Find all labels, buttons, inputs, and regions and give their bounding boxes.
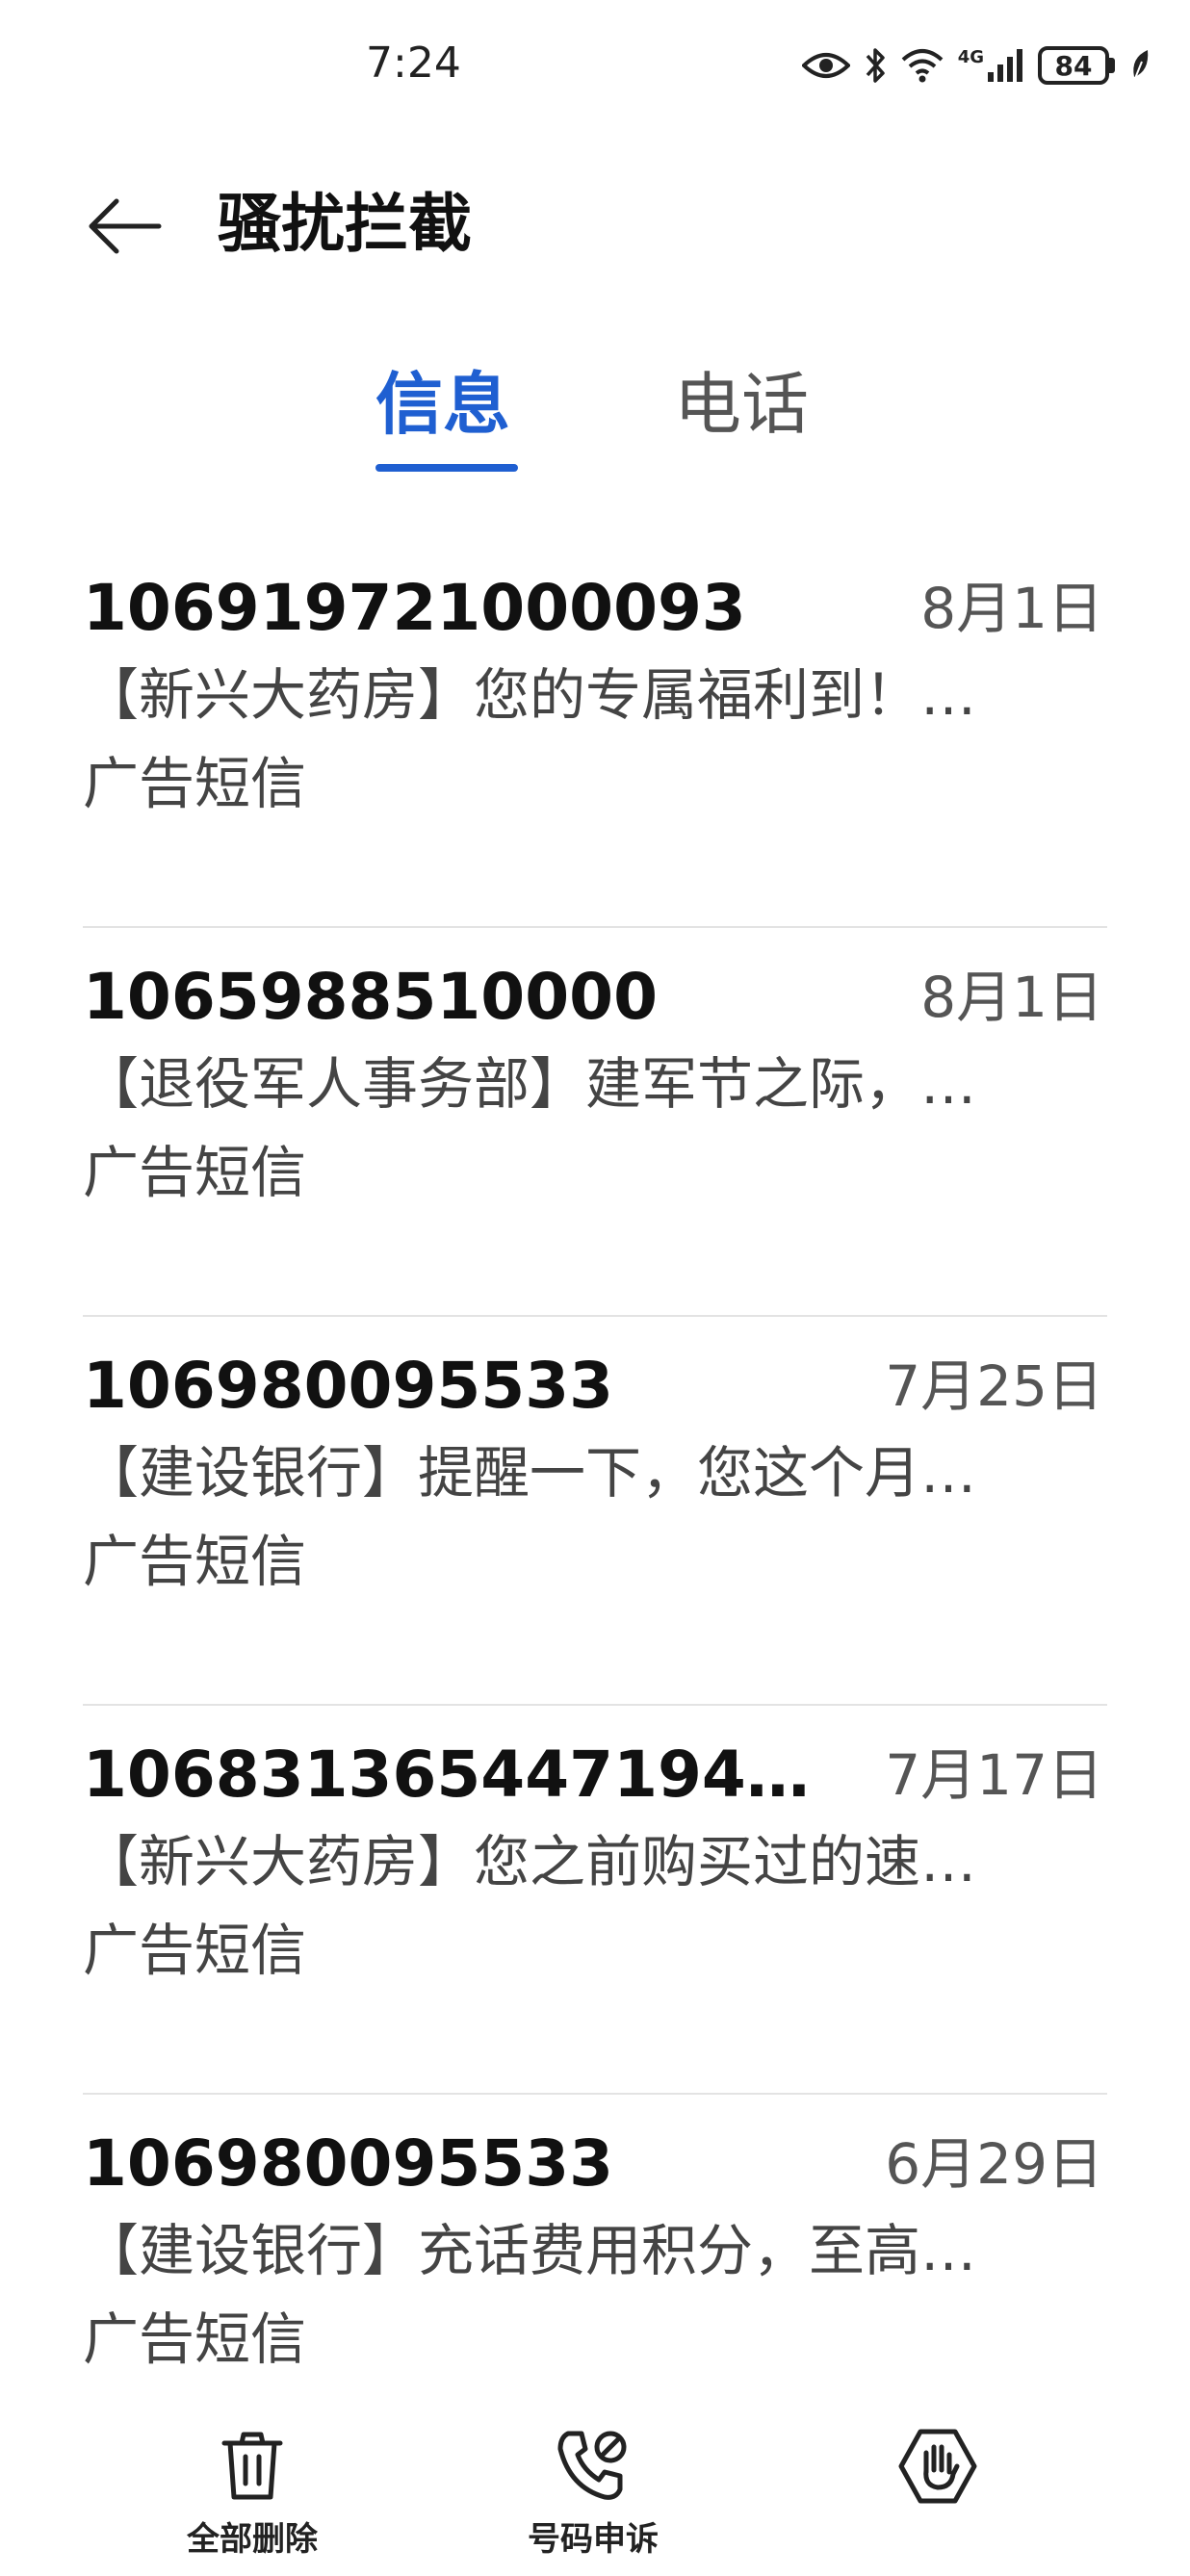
status-icons: 4G 84: [801, 39, 1151, 92]
tab-bar: 信息 电话: [0, 356, 1190, 491]
wifi-icon: [900, 48, 944, 83]
hand-block-icon: [898, 2429, 977, 2504]
message-preview: 【建设银行】提醒一下，您这个月…: [83, 1440, 977, 1506]
message-preview: 【新兴大药房】您的专属福利到！…: [83, 662, 977, 728]
message-item[interactable]: 106919721000093 8月1日 【新兴大药房】您的专属福利到！… 广告…: [0, 539, 1190, 928]
message-date: 8月1日: [920, 965, 1103, 1030]
message-sender: 106980095533: [83, 2126, 614, 2201]
trash-icon: [221, 2432, 283, 2500]
message-item[interactable]: 1065988510000 8月1日 【退役军人事务部】建军节之际，… 广告短信: [0, 928, 1190, 1317]
message-item[interactable]: 1068313654471945… 7月17日 【新兴大药房】您之前购买过的速……: [0, 1706, 1190, 2095]
network-type: 4G: [957, 47, 984, 67]
message-sender: 106980095533: [83, 1349, 614, 1423]
back-button[interactable]: [81, 183, 168, 270]
number-appeal-button[interactable]: 号码申诉: [468, 2426, 718, 2560]
phone-appeal-icon: [557, 2431, 627, 2500]
block-settings-button[interactable]: [813, 2426, 1063, 2512]
bottom-action-bar: 全部删除 号码申诉: [0, 2407, 1190, 2576]
page-title: 骚扰拦截: [218, 187, 472, 261]
delete-all-button[interactable]: 全部删除: [127, 2426, 377, 2560]
message-sender: 106919721000093: [83, 571, 746, 645]
delete-all-label: 全部删除: [187, 2520, 318, 2559]
message-preview: 【退役军人事务部】建军节之际，…: [83, 1051, 977, 1117]
message-date: 7月25日: [885, 1353, 1103, 1419]
app-bar: 骚扰拦截: [0, 154, 1190, 289]
message-sender: 1068313654471945…: [83, 1738, 843, 1812]
leaf-icon: [1128, 48, 1151, 83]
message-sender: 1065988510000: [83, 960, 658, 1034]
eye-icon: [801, 50, 850, 81]
back-arrow-icon: [89, 198, 162, 254]
message-preview: 【新兴大药房】您之前购买过的速…: [83, 1829, 977, 1894]
active-tab-indicator: [375, 464, 518, 472]
message-preview: 【建设银行】充话费用积分，至高…: [83, 2218, 977, 2283]
battery-icon: 84: [1038, 46, 1115, 85]
status-time: 7:24: [366, 39, 461, 88]
message-tag: 广告短信: [83, 751, 307, 816]
message-date: 6月29日: [885, 2131, 1103, 2197]
message-item[interactable]: 106980095533 7月25日 【建设银行】提醒一下，您这个月… 广告短信: [0, 1317, 1190, 1706]
status-bar: 7:24 4G 84: [0, 0, 1190, 135]
message-tag: 广告短信: [83, 1918, 307, 1983]
message-list: 106919721000093 8月1日 【新兴大药房】您的专属福利到！… 广告…: [0, 539, 1190, 2484]
tab-calls[interactable]: 电话: [674, 356, 809, 452]
cellular-signal-icon: 4G: [958, 47, 1024, 84]
number-appeal-label: 号码申诉: [528, 2520, 659, 2559]
bluetooth-icon: [864, 46, 887, 85]
tab-messages[interactable]: 信息: [375, 356, 510, 452]
message-date: 8月1日: [920, 576, 1103, 641]
message-tag: 广告短信: [83, 1140, 307, 1205]
message-tag: 广告短信: [83, 1529, 307, 1594]
battery-level: 84: [1038, 46, 1109, 85]
message-date: 7月17日: [885, 1742, 1103, 1808]
message-tag: 广告短信: [83, 2306, 307, 2372]
